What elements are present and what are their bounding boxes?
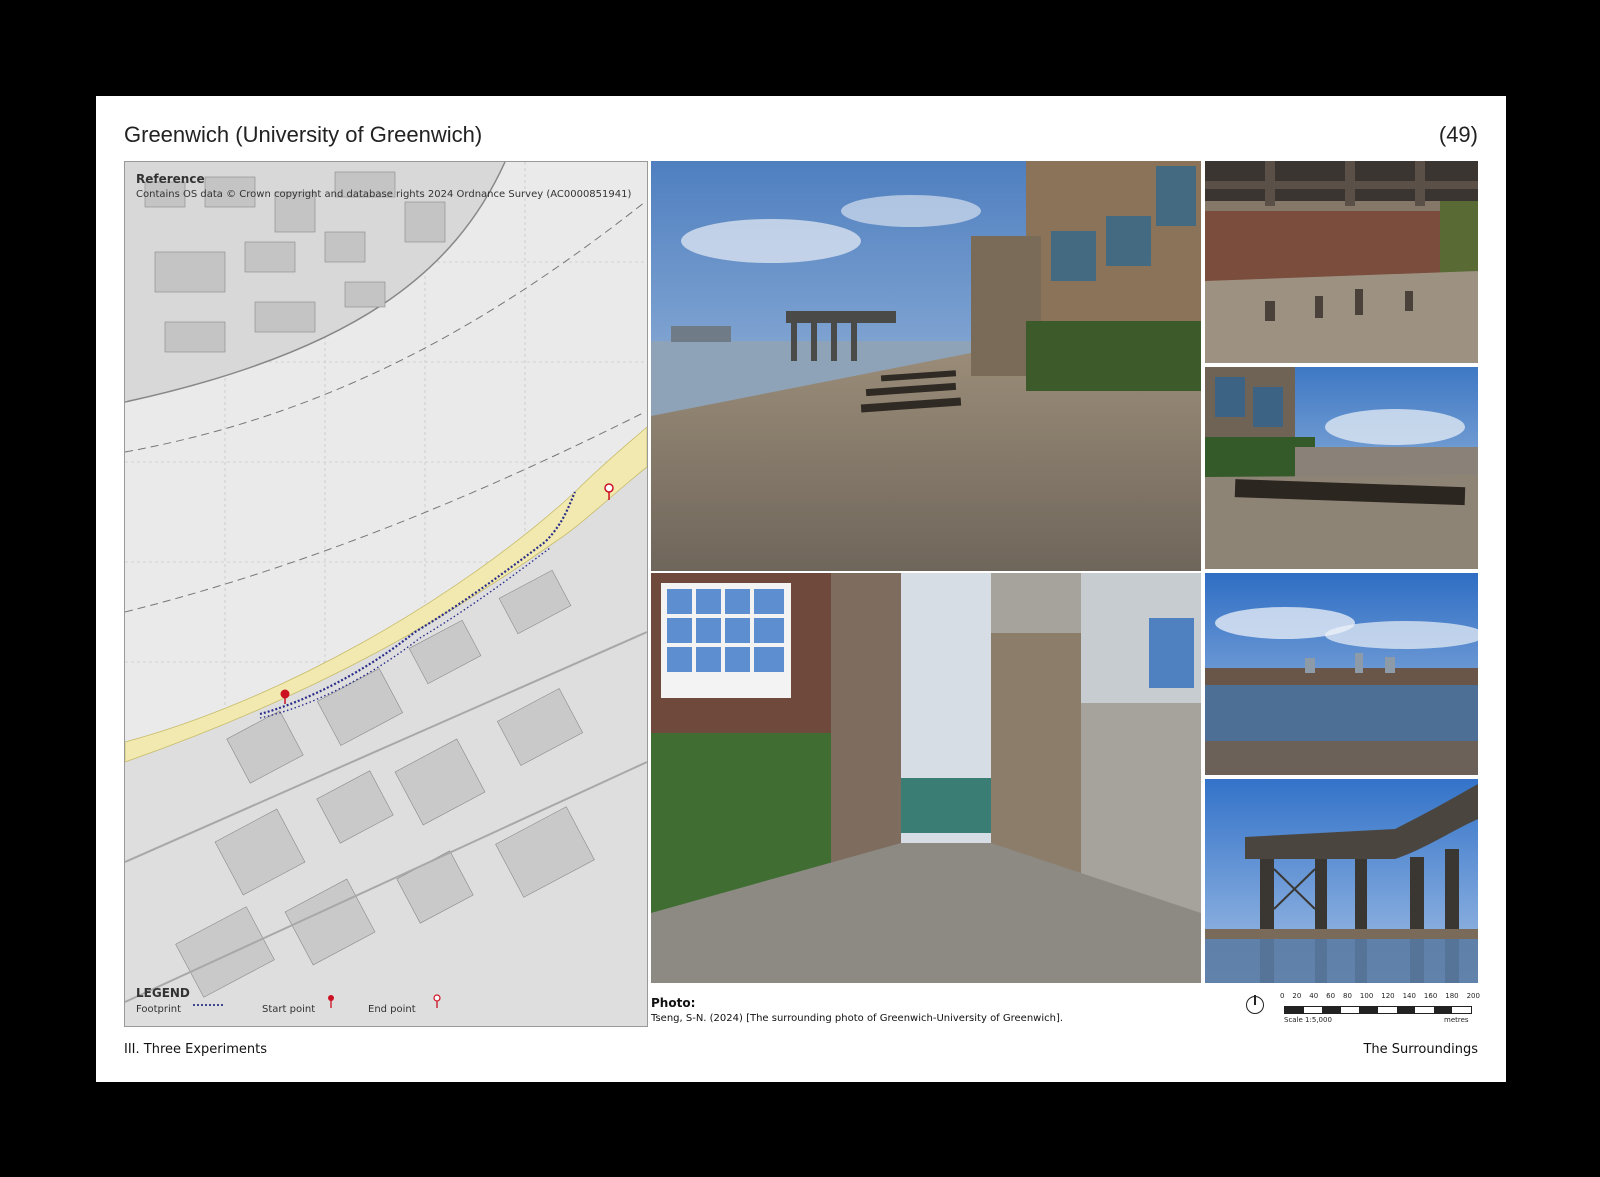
scale-tick: 140 [1402,992,1416,1000]
page-title: Greenwich (University of Greenwich) [124,122,483,147]
scale-tick: 160 [1423,992,1438,1000]
scale-tick: 80 [1343,992,1352,1000]
scale-tick: 100 [1359,992,1374,1000]
scale-tick: 20 [1292,992,1302,1000]
photo-alley-to-river [651,573,1201,983]
site-map: Reference Contains OS data © Crown copyr… [124,161,648,1027]
north-arrow-icon [1246,995,1264,1014]
scale-tick: 60 [1326,992,1336,1000]
scale-tick: 0 [1280,992,1285,1000]
photo-timbers-beach [1205,367,1478,569]
map-drawing [125,162,647,1026]
scale-tick: 120 [1381,992,1395,1000]
photo-under-pier [1205,161,1478,363]
footer-section: The Surroundings [1363,1042,1478,1057]
scale-tick: 200 [1466,992,1480,1000]
map-reference-title: Reference [136,172,205,186]
scale-tick: 40 [1309,992,1319,1000]
photo-river-view [1205,573,1478,775]
photo-pier-structure [1205,779,1478,983]
photo-caption-text: Tseng, S-N. (2024) [The surrounding phot… [651,1013,1064,1024]
footer-chapter: III. Three Experiments [124,1042,268,1057]
photo-caption-title: Photo: [651,996,696,1010]
scale-ticks: 0 20 40 60 80 100 120 140 160 180 200 [1280,992,1480,1000]
page: Greenwich (University of Greenwich) (49) [96,96,1506,1082]
scale-tick: 180 [1445,992,1459,1000]
legend-end-point: End point [368,1004,416,1015]
scale-ratio: Scale 1:5,000 [1284,1016,1332,1024]
photo-riverside-beach [651,161,1201,571]
page-number: (49) [1438,122,1478,147]
scale-unit: metres [1444,1016,1469,1024]
legend-title: LEGEND [136,986,190,1000]
map-reference-text: Contains OS data © Crown copyright and d… [136,189,632,200]
map-scale: 0 20 40 60 80 100 120 140 160 180 200 Sc… [1246,992,1486,1032]
legend-footprint: Footprint [136,1004,182,1015]
legend-start-point: Start point [262,1004,316,1015]
scale-bar [1284,1006,1472,1014]
